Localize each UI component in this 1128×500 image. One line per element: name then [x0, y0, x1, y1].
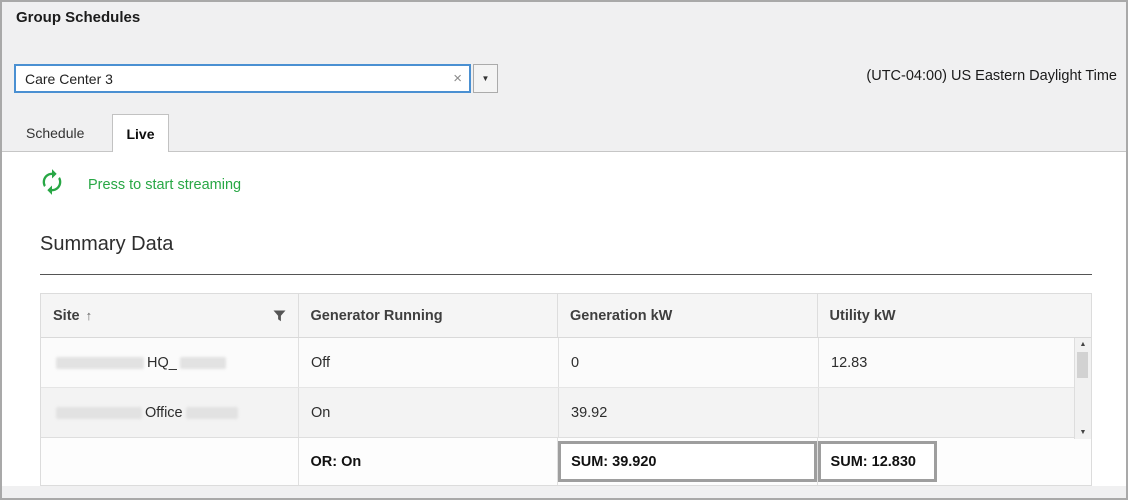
timezone-label: (UTC-04:00) US Eastern Daylight Time	[866, 68, 1117, 84]
site-search-input[interactable]	[16, 71, 446, 87]
redacted-text	[186, 407, 238, 419]
site-cell: HQ_	[41, 338, 299, 387]
footer-utility-cell: SUM: 12.830	[818, 438, 1074, 485]
scroll-thumb[interactable]	[1077, 352, 1088, 378]
redacted-text	[180, 357, 226, 369]
chevron-down-icon: ▼	[482, 74, 490, 83]
column-header-generator-running[interactable]: Generator Running	[299, 294, 559, 337]
footer-or-cell: OR: On	[299, 438, 559, 485]
table-row: Office On 39.92	[41, 388, 1091, 438]
filter-icon[interactable]	[273, 310, 286, 322]
site-combobox-field[interactable]: ×	[14, 64, 471, 93]
header-scrollbar-spacer	[1074, 294, 1091, 337]
summary-table: Site ↑ Generator Running Generation kW U…	[40, 293, 1092, 486]
generation-sum-box: SUM: 39.920	[558, 441, 816, 482]
live-tab-content: Press to start streaming Summary Data Si…	[2, 152, 1126, 486]
refresh-icon	[38, 168, 66, 196]
page-title: Group Schedules	[16, 9, 140, 26]
site-combobox[interactable]: × ▼	[14, 64, 498, 93]
generator-cell: Off	[299, 338, 559, 387]
tab-schedule[interactable]: Schedule	[26, 125, 84, 141]
column-label-site: Site	[53, 308, 80, 324]
clear-icon[interactable]: ×	[446, 71, 469, 86]
summary-data-heading: Summary Data	[40, 233, 173, 256]
start-streaming-button[interactable]	[38, 168, 66, 196]
utility-cell: 12.83	[819, 338, 1076, 387]
footer-site-cell	[41, 438, 299, 485]
table-header-row: Site ↑ Generator Running Generation kW U…	[41, 294, 1091, 338]
column-header-site[interactable]: Site ↑	[41, 294, 299, 337]
vertical-scrollbar[interactable]: ▲ ▼	[1074, 338, 1091, 439]
column-header-generation-kw[interactable]: Generation kW	[558, 294, 818, 337]
generation-cell: 39.92	[559, 388, 819, 437]
table-row: HQ_ Off 0 12.83	[41, 338, 1091, 388]
site-name-visible: HQ_	[147, 355, 177, 371]
scroll-down-icon[interactable]: ▼	[1080, 429, 1087, 436]
sort-ascending-icon: ↑	[86, 308, 93, 323]
tab-live[interactable]: Live	[112, 114, 169, 152]
scroll-up-icon[interactable]: ▲	[1080, 341, 1087, 348]
utility-cell	[819, 388, 1076, 437]
footer-generation-cell: SUM: 39.920	[558, 438, 817, 485]
table-footer-row: OR: On SUM: 39.920 SUM: 12.830	[41, 438, 1091, 485]
streaming-action-label[interactable]: Press to start streaming	[88, 177, 241, 193]
generator-cell: On	[299, 388, 559, 437]
footer-scrollbar-spacer	[1074, 438, 1091, 485]
utility-sum-box: SUM: 12.830	[818, 441, 937, 482]
redacted-text	[56, 407, 142, 419]
group-schedules-window: Group Schedules × ▼ (UTC-04:00) US Easte…	[0, 0, 1128, 500]
column-header-utility-kw[interactable]: Utility kW	[818, 294, 1075, 337]
site-name-visible: Office	[145, 405, 183, 421]
dropdown-button[interactable]: ▼	[473, 64, 498, 93]
site-cell: Office	[41, 388, 299, 437]
redacted-text	[56, 357, 144, 369]
summary-divider	[40, 274, 1092, 275]
generation-cell: 0	[559, 338, 819, 387]
